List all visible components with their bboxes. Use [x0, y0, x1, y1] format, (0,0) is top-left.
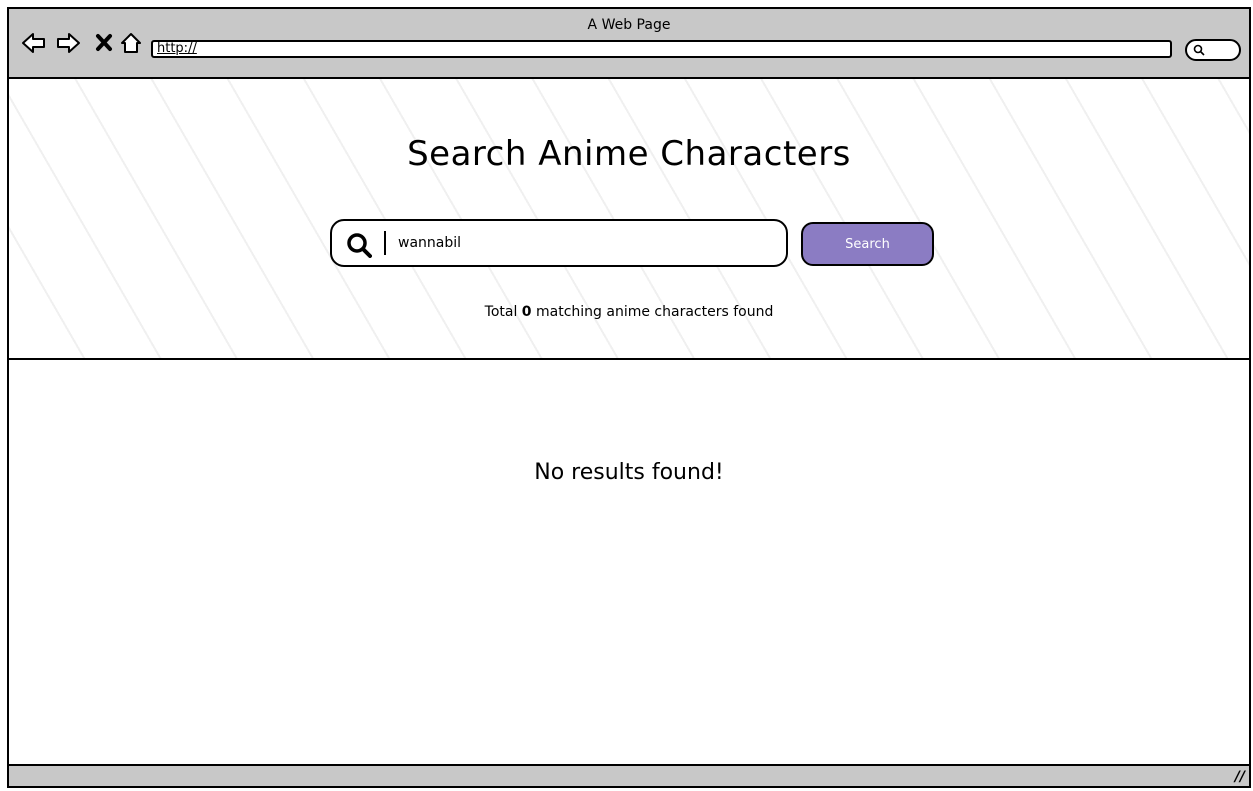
- close-icon[interactable]: [92, 31, 118, 55]
- browser-window: A Web Page http:// Search Anime Characte…: [7, 7, 1251, 788]
- status-bar: //: [9, 764, 1249, 786]
- search-icon: [1193, 44, 1205, 59]
- home-icon[interactable]: [119, 31, 145, 55]
- search-hero: Search Anime Characters Search Total 0 m…: [9, 79, 1249, 360]
- results-area: No results found!: [9, 360, 1249, 764]
- search-input[interactable]: [398, 229, 768, 257]
- text-caret: [384, 231, 386, 255]
- empty-state-message: No results found!: [534, 460, 724, 485]
- result-count: Total 0 matching anime characters found: [9, 304, 1249, 320]
- search-icon: [346, 232, 372, 262]
- browser-search-field[interactable]: [1185, 39, 1241, 61]
- address-bar[interactable]: http://: [151, 40, 1172, 58]
- search-button[interactable]: Search: [801, 222, 934, 266]
- character-search-box[interactable]: [330, 219, 788, 267]
- page-title: Search Anime Characters: [407, 134, 851, 174]
- window-title: A Web Page: [587, 17, 671, 33]
- forward-arrow-icon[interactable]: [55, 31, 81, 55]
- result-count-suffix: matching anime characters found: [536, 304, 774, 320]
- result-count-prefix: Total: [484, 304, 518, 320]
- browser-titlebar: A Web Page http://: [9, 9, 1249, 79]
- result-count-number: 0: [521, 304, 532, 320]
- resize-grip-icon[interactable]: //: [1235, 769, 1245, 785]
- url-text: http://: [157, 41, 197, 56]
- back-arrow-icon[interactable]: [21, 31, 47, 55]
